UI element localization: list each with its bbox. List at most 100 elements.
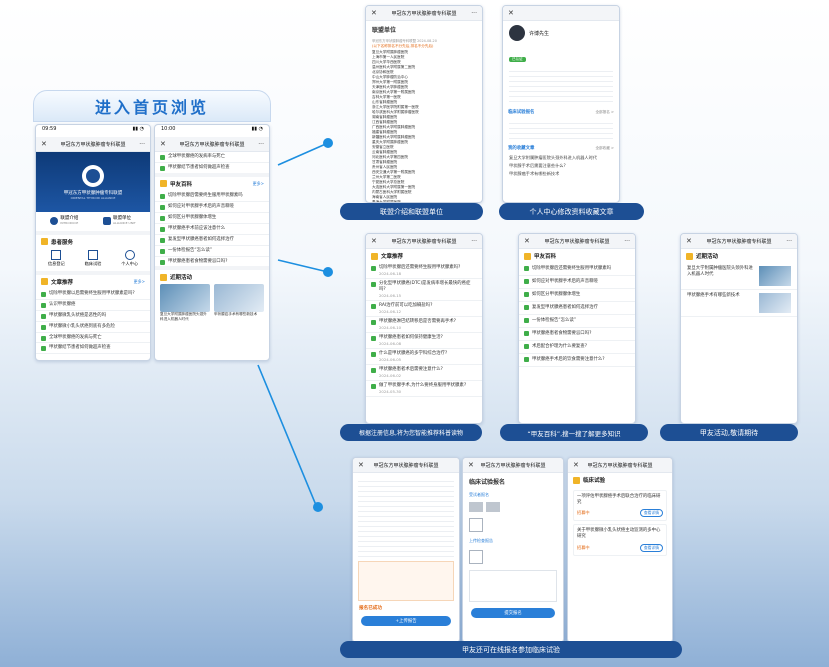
more-link[interactable]: 更多> <box>253 181 264 187</box>
list-item[interactable]: 甲状腺癌手术前应该注意什么 <box>155 224 269 235</box>
caption-label: 根据注册信息,将为您智能推荐科普读物 <box>340 424 482 441</box>
list-item[interactable]: 认识甲状腺癌 <box>36 300 150 311</box>
nav-title: 甲冠东方甲状腺肿瘤专科联盟 <box>179 141 245 148</box>
list-item[interactable]: 一份体检报告“怎么读” <box>519 315 635 328</box>
list-item[interactable]: 甲状腺癌患者食物需要忌口吗? <box>155 257 269 271</box>
trial-card[interactable] <box>509 119 613 141</box>
list-item[interactable]: 甲状腺结节患者如何做超声检查 <box>36 343 150 355</box>
fav-section-title: 我的收藏文章 全部收藏 > <box>508 145 614 152</box>
notes-field[interactable] <box>469 570 557 602</box>
upload-button[interactable]: +上传报告 <box>361 616 451 626</box>
list-item[interactable]: 全球甲状腺癌的发病率与死亡 <box>155 152 269 163</box>
close-icon[interactable]: ✕ <box>371 9 377 17</box>
more-icon[interactable]: ··· <box>139 141 145 148</box>
phone-profile: ✕ 许博先生 已认证 临床试验报名 全部报名 > 我的收藏文章 全部收藏 > 复旦大… <box>502 5 620 203</box>
signal-icon: ▮▮ ◔ <box>132 126 144 132</box>
trial-card[interactable]: 关于甲状腺微小乳头状癌主动监测的多中心研究 招募中 查看详情 <box>573 524 667 556</box>
list-item[interactable]: 切除甲状腺后需要终生服用甲状腺素吗 <box>155 191 269 202</box>
view-button[interactable]: 查看详情 <box>639 543 663 552</box>
list-item[interactable]: 如何区分甲状腺腺体增生 <box>519 289 635 302</box>
book-icon <box>524 252 531 260</box>
list-item[interactable]: 如何应对甲状腺手术后的声音嘶哑 <box>155 202 269 213</box>
unit-link[interactable]: 联盟单位 ALLIANCE UNIT <box>102 216 136 227</box>
list-item[interactable]: 甲状腺癌手术有哪些新技术 <box>503 170 619 178</box>
camera-icon[interactable] <box>469 550 483 564</box>
list-item[interactable]: 一份体检报告“怎么读” <box>155 246 269 257</box>
close-icon[interactable]: ✕ <box>41 140 47 148</box>
list-item[interactable]: 如何应对甲状腺手术后的声音嘶哑 <box>519 276 635 289</box>
close-icon[interactable]: ✕ <box>508 9 514 17</box>
list-item[interactable]: 做了甲状腺手术,为什么要终身服用甲状腺素? 2024-05-30 <box>366 381 482 398</box>
card-caption: 复旦大学附属肿瘤医院头颈外科进入机器人时代 <box>160 312 207 322</box>
nav-title: 甲冠东方甲状腺肿瘤专科联盟 <box>706 238 772 245</box>
service-trial[interactable]: 临床试验 <box>85 249 101 267</box>
service-register[interactable]: 信息登记 <box>48 249 65 267</box>
nav-bar: ✕ 甲冠东方甲状腺肿瘤专科联盟 <box>463 458 563 473</box>
list-item[interactable]: 复旦大学附属肿瘤医院头颈外科进入机器人时代 <box>503 154 619 162</box>
list-item[interactable]: 甲状腺癌患者术后需要注意什么? 2024-06-02 <box>366 365 482 382</box>
trial-card[interactable]: 一项评估甲状腺癌手术后联合治疗的临床研究 招募中 查看详情 <box>573 490 667 522</box>
photo-slots[interactable] <box>463 500 563 514</box>
close-icon[interactable]: ✕ <box>371 237 377 245</box>
service-profile[interactable]: 个人中心 <box>121 249 138 267</box>
more-icon[interactable]: ··· <box>471 238 477 245</box>
activity-card[interactable]: 复旦大学附属肿瘤医院头颈外科进入机器人时代 <box>160 284 210 321</box>
view-button[interactable]: 查看详情 <box>639 509 663 518</box>
more-icon[interactable]: ··· <box>471 10 477 17</box>
phone-wiki: ✕ 甲冠东方甲状腺肿瘤专科联盟 ··· 甲友百科 切除甲状腺后还需要终生服用甲状腺素… <box>518 233 636 424</box>
phone-alliance-units: ✕ 甲冠东方甲状腺肿瘤专科联盟 ··· 联盟单位 甲冠东方甲状腺肿瘤专科联盟 202… <box>365 5 483 203</box>
list-item[interactable]: 甲状腺癌患者食物需要忌口吗? <box>519 328 635 341</box>
list-item[interactable]: 甲状腺微小乳头状癌到底有多危险 <box>36 322 150 333</box>
list-item[interactable]: 术后配合护理为什么要复查? <box>519 341 635 354</box>
status-bar: 09:59 ▮▮ ◔ <box>36 125 150 137</box>
wiki-list: 切除甲状腺后还需要终生服用甲状腺素吗 如何应对甲状腺手术后的声音嘶哑 如何区分甲状腺… <box>519 263 635 367</box>
close-icon[interactable]: ✕ <box>524 237 530 245</box>
activity-row[interactable]: 甲状腺癌手术有哪些新技术 <box>681 290 797 317</box>
more-icon[interactable]: ··· <box>258 141 264 148</box>
activity-row[interactable]: 复旦大学附属肿瘤医院头颈外科进入机器人时代 <box>681 263 797 290</box>
list-item[interactable]: 如何区分甲状腺腺体增生 <box>155 213 269 224</box>
info-icon <box>50 217 59 226</box>
list-item[interactable]: 甲状腺手术后需要注意些什么? <box>503 162 619 170</box>
more-link[interactable]: 更多> <box>134 279 145 285</box>
phone-article-recommend: ✕ 甲冠东方甲状腺肿瘤专科联盟 ··· 文章推荐 切除甲状腺后还需要终生服用甲状腺素… <box>365 233 483 424</box>
trial-title: 关于甲状腺微小乳头状癌主动监测的多中心研究 <box>577 528 661 540</box>
list-item[interactable]: 什么是甲状腺癌的多学科综合治疗? 2024-06-05 <box>366 349 482 366</box>
close-icon[interactable]: ✕ <box>358 461 364 469</box>
unit-list: 复旦大学附属肿瘤医院 上海市第一人民医院 四川大学华西医院 温州医科大学附属第二医院北… <box>366 50 482 202</box>
more-icon[interactable]: ··· <box>786 238 792 245</box>
list-item[interactable]: 甲状腺癌手术后的饮食需要注意什么? <box>519 354 635 367</box>
item-date: 2024-05-30 <box>379 389 402 395</box>
intro-link[interactable]: 联盟介绍 INTRODUCE <box>50 216 78 227</box>
all-favs-link[interactable]: 全部收藏 > <box>595 146 614 151</box>
list-item[interactable]: 复发型甲状腺癌患者如何选择治疗 <box>155 235 269 246</box>
close-icon[interactable]: ✕ <box>573 461 579 469</box>
list-item[interactable]: 复发型甲状腺癌患者如何选择治疗 <box>519 302 635 315</box>
list-item[interactable]: 甲状腺癌患者如何保持健康生活? 2024-06-08 <box>366 333 482 350</box>
item-date: 2024-06-18 <box>379 270 402 276</box>
page-title: 临床试验 <box>568 473 672 487</box>
list-item[interactable]: 切除甲状腺后还需要终生服用甲状腺素吗 <box>519 263 635 276</box>
intro-en: INTRODUCE <box>60 221 79 226</box>
close-icon[interactable]: ✕ <box>686 237 692 245</box>
submit-button[interactable]: 提交报名 <box>471 608 555 618</box>
list-item[interactable]: 甲状腺结节患者如何做超声检查 <box>155 163 269 177</box>
activity-card[interactable]: 甲状腺癌手术有哪些新技术 <box>214 284 264 321</box>
close-icon[interactable]: ✕ <box>160 140 166 148</box>
list-item[interactable]: 分化型甲状腺癌(DTC)是发病率增长最快的癌症吗? 2024-06-15 <box>366 279 482 302</box>
camera-icon[interactable] <box>469 518 483 532</box>
item-date: 2024-06-10 <box>379 325 402 331</box>
list-item[interactable]: 切除甲状腺后还需要终生服用甲状腺素吗? 2024-06-18 <box>366 263 482 280</box>
profile-name: 许博先生 <box>529 30 550 37</box>
list-item[interactable]: 甲状腺微乳头状癌是恶性的吗 <box>36 311 150 322</box>
close-icon[interactable]: ✕ <box>468 461 474 469</box>
avatar[interactable] <box>509 25 525 41</box>
list-item[interactable]: 切除甲状腺以后需要终生服用甲状腺素是吗? <box>36 289 150 300</box>
list-item[interactable]: 全球甲状腺癌的发病与死亡 <box>36 333 150 344</box>
list-item[interactable]: RAI治疗前可以吃加碘盐吗? 2024-06-12 <box>366 301 482 318</box>
nav-bar: ✕ 甲冠东方甲状腺肿瘤专科联盟 ··· <box>366 234 482 249</box>
all-trials-link[interactable]: 全部报名 > <box>595 110 614 115</box>
more-icon[interactable]: ··· <box>624 238 630 245</box>
signup-status: 报名已成功 <box>359 606 382 611</box>
list-item[interactable]: 甲状腺癌淋巴结转移后是否需要再手术? 2024-06-10 <box>366 317 482 334</box>
